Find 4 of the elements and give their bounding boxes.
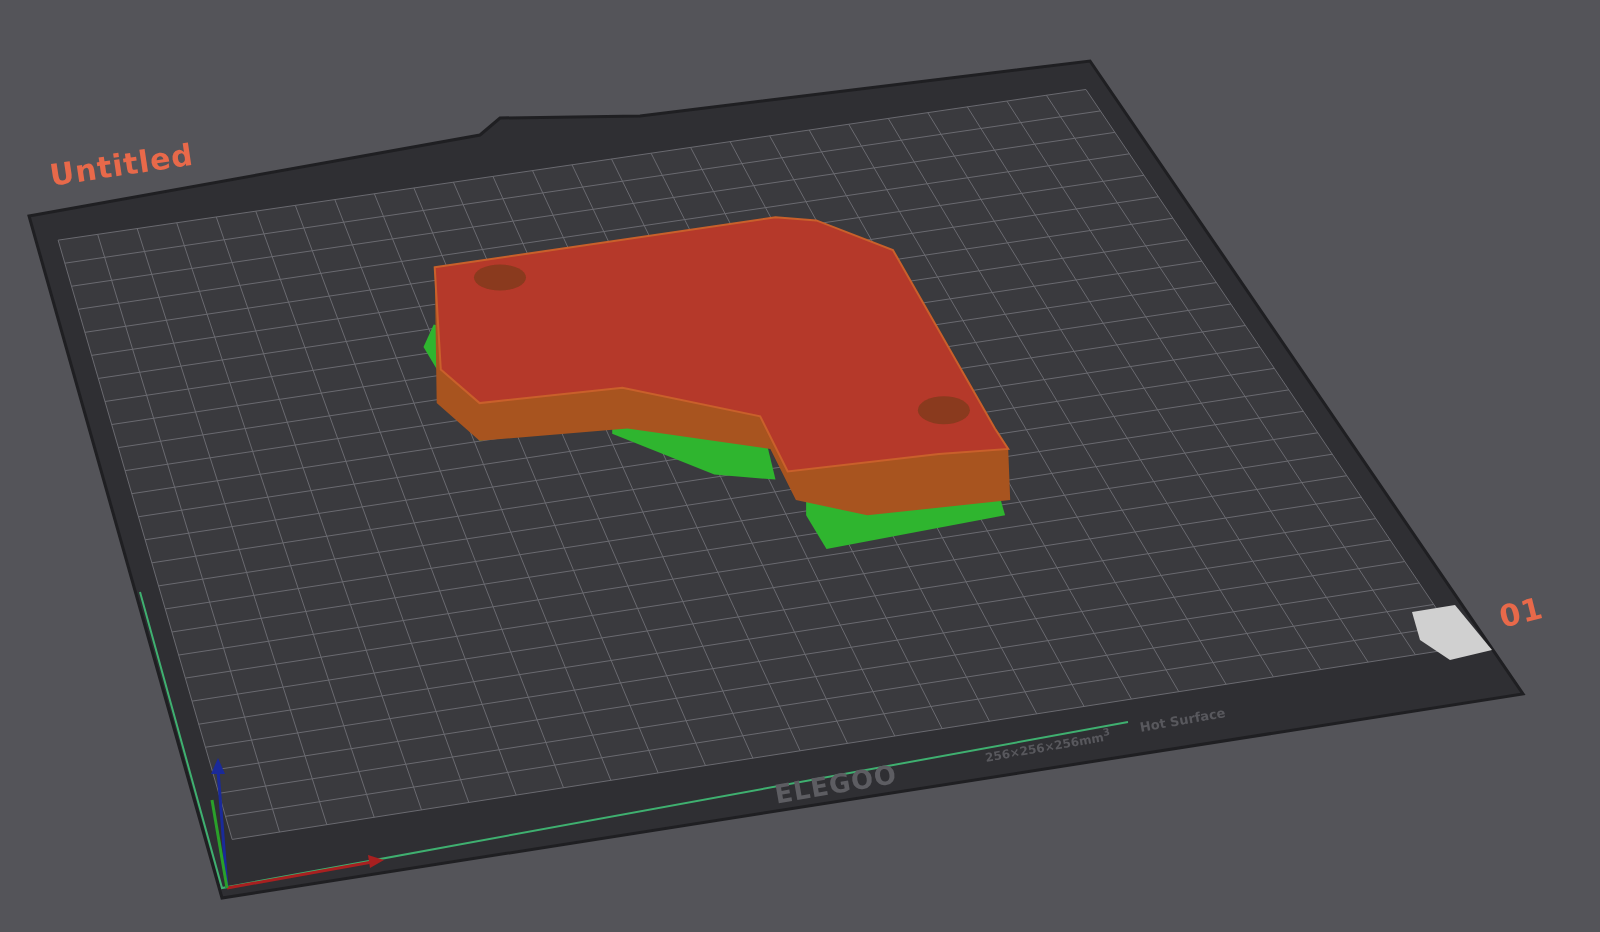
model-drawing[interactable] (423, 216, 1011, 549)
bed-brand-text: ELEGOO (772, 758, 900, 810)
plate-number: 01 (1495, 589, 1547, 635)
plate-name: Untitled (47, 136, 196, 193)
